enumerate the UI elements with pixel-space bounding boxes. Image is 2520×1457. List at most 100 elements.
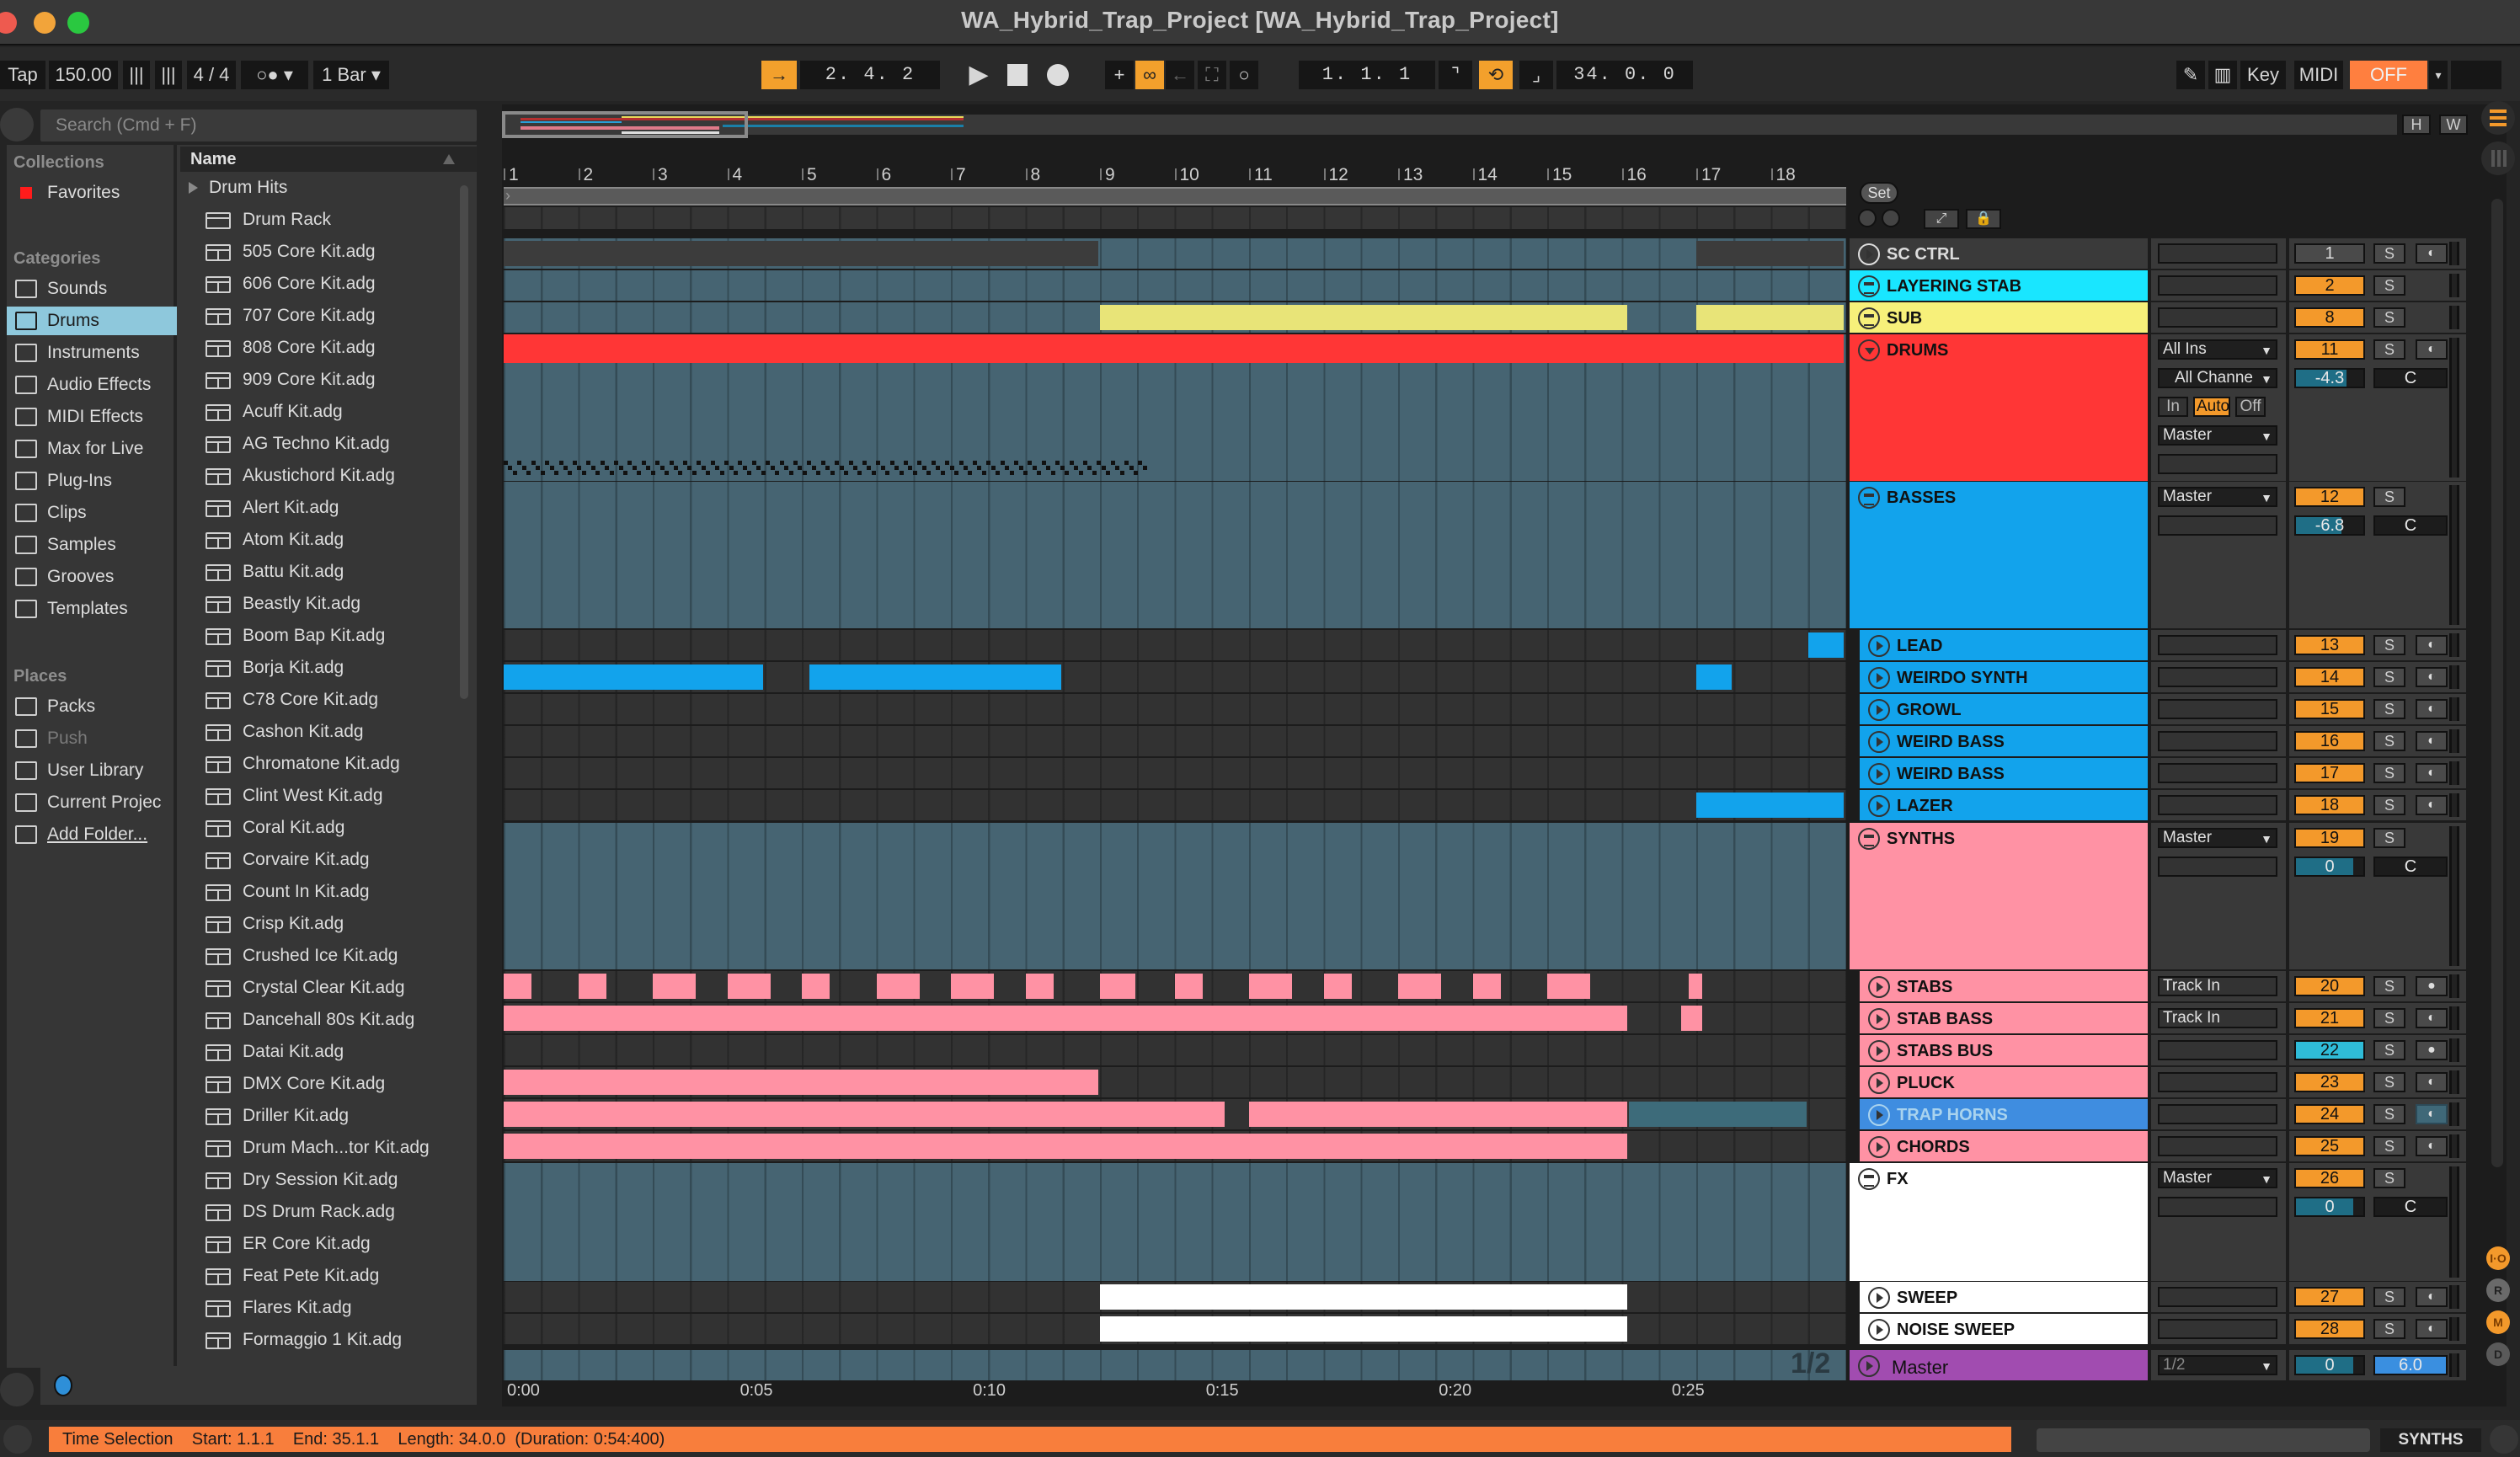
solo-button[interactable]: S: [2373, 275, 2405, 296]
sidebar-item-audio-effects[interactable]: Audio Effects: [7, 371, 177, 399]
clip[interactable]: [809, 664, 1061, 690]
track-header[interactable]: BASSES: [1850, 482, 2148, 628]
track-header[interactable]: SYNTHS: [1850, 823, 2148, 969]
track-activator-button[interactable]: 2: [2294, 275, 2365, 296]
clip[interactable]: [1696, 305, 1844, 330]
master-pan-field[interactable]: 6.0: [2373, 1355, 2448, 1375]
track-lane[interactable]: [504, 1067, 1846, 1097]
list-item[interactable]: 909 Core Kit.adg: [180, 364, 458, 396]
solo-button[interactable]: S: [2373, 731, 2405, 751]
clip[interactable]: [504, 1006, 1628, 1031]
group-fold-icon[interactable]: [1858, 339, 1880, 361]
list-item[interactable]: Acuff Kit.adg: [180, 396, 458, 428]
arrangement-scrollbar[interactable]: [2491, 199, 2503, 1167]
punch-out-button[interactable]: ⌟: [1519, 61, 1553, 89]
track-activator-icon[interactable]: [1858, 243, 1880, 265]
output-dropdown[interactable]: Master: [2158, 425, 2277, 446]
monitor-off-button[interactable]: Off: [2235, 397, 2266, 417]
list-item[interactable]: Beastly Kit.adg: [180, 588, 458, 620]
clip[interactable]: [1323, 974, 1352, 999]
track-lane[interactable]: [504, 694, 1846, 724]
list-item[interactable]: Clint West Kit.adg: [180, 780, 458, 812]
output-dropdown[interactable]: Master: [2158, 1168, 2277, 1188]
master-track-header[interactable]: Master: [1850, 1350, 2148, 1380]
solo-button[interactable]: S: [2373, 763, 2405, 783]
track-header[interactable]: FX: [1850, 1163, 2148, 1281]
group-fold-icon[interactable]: [1858, 487, 1880, 509]
track-activator-button[interactable]: 26: [2294, 1168, 2365, 1188]
list-item[interactable]: Alert Kit.adg: [180, 492, 458, 524]
detail-view-arrow[interactable]: [2490, 1425, 2518, 1454]
pan-field[interactable]: C: [2373, 515, 2448, 536]
sidebar-item-add-folder[interactable]: Add Folder...: [7, 820, 177, 849]
list-item[interactable]: Chromatone Kit.adg: [180, 748, 458, 780]
clip[interactable]: [504, 1134, 1628, 1159]
list-item[interactable]: DMX Core Kit.adg: [180, 1068, 458, 1100]
io-field[interactable]: [2158, 667, 2277, 687]
master-lane[interactable]: [504, 1350, 1846, 1380]
track-header[interactable]: LAYERING STAB: [1850, 270, 2148, 301]
arm-button[interactable]: ◐: [2416, 1136, 2448, 1156]
list-item[interactable]: Flares Kit.adg: [180, 1292, 458, 1324]
sidebar-item-instruments[interactable]: Instruments: [7, 339, 177, 367]
group-fold-icon[interactable]: [1858, 828, 1880, 850]
clip[interactable]: [504, 664, 763, 690]
clip[interactable]: [1807, 632, 1844, 658]
browser-search-input[interactable]: Search (Cmd + F): [40, 109, 477, 141]
list-item[interactable]: 808 Core Kit.adg: [180, 332, 458, 364]
capture-midi-button[interactable]: ⛶: [1198, 61, 1226, 89]
list-item[interactable]: ER Core Kit.adg: [180, 1228, 458, 1260]
clip[interactable]: [1249, 1102, 1628, 1127]
clip[interactable]: [504, 1102, 1225, 1127]
track-activator-button[interactable]: 8: [2294, 307, 2365, 328]
track-lane[interactable]: [504, 1282, 1846, 1312]
sidebar-item-drums[interactable]: Drums: [7, 307, 177, 335]
track-header[interactable]: PLUCK: [1860, 1067, 2148, 1097]
track-activator-icon[interactable]: [1858, 1355, 1880, 1377]
clip[interactable]: [504, 334, 1844, 363]
track-activator-icon[interactable]: [1868, 763, 1890, 785]
track-activator-button[interactable]: 20: [2294, 976, 2365, 996]
track-activator-button[interactable]: 25: [2294, 1136, 2365, 1156]
list-item[interactable]: Feat Pete Kit.adg: [180, 1260, 458, 1292]
folder-expand-icon[interactable]: [189, 182, 198, 194]
pan-field[interactable]: C: [2373, 1197, 2448, 1217]
mixer-view-toggle[interactable]: [2481, 141, 2515, 175]
track-lane[interactable]: [504, 1131, 1846, 1161]
clip[interactable]: [1696, 664, 1732, 690]
computer-keyboard-button[interactable]: ▥: [2208, 61, 2237, 89]
track-activator-icon[interactable]: [1868, 1319, 1890, 1341]
mixer-toggle-r[interactable]: R: [2486, 1278, 2510, 1302]
clip[interactable]: [802, 974, 830, 999]
solo-button[interactable]: S: [2373, 1040, 2405, 1060]
track-activator-button[interactable]: 22: [2294, 1040, 2365, 1060]
input-channel-dropdown[interactable]: All Channe: [2158, 368, 2277, 388]
track-lane[interactable]: [504, 270, 1846, 301]
master-output-dropdown[interactable]: 1/2: [2158, 1355, 2277, 1375]
track-lane[interactable]: [504, 971, 1846, 1001]
track-header[interactable]: DRUMS: [1850, 334, 2148, 481]
track-lane[interactable]: [504, 1163, 1846, 1281]
set-locator-button[interactable]: Set: [1860, 182, 1898, 204]
volume-field[interactable]: -6.8: [2294, 515, 2365, 536]
arm-button[interactable]: ◐: [2416, 243, 2448, 264]
volume-field[interactable]: 0: [2294, 857, 2365, 877]
track-lane[interactable]: [504, 823, 1846, 969]
arm-button[interactable]: ◐: [2416, 635, 2448, 655]
io-field[interactable]: [2158, 275, 2277, 296]
solo-button[interactable]: S: [2373, 795, 2405, 815]
track-header[interactable]: TRAP HORNS: [1860, 1099, 2148, 1129]
clip-view-toggle[interactable]: [2481, 101, 2515, 135]
arrangement-overview[interactable]: [504, 115, 2397, 135]
stop-button[interactable]: [1004, 61, 1031, 89]
arm-button[interactable]: ◐: [2416, 1287, 2448, 1307]
loop-brace[interactable]: ›: [504, 187, 1846, 205]
track-lane[interactable]: [504, 1035, 1846, 1065]
track-header[interactable]: LAZER: [1860, 790, 2148, 820]
clip[interactable]: [1249, 974, 1293, 999]
track-activator-icon[interactable]: [1868, 667, 1890, 689]
sidebar-item-user-library[interactable]: User Library: [7, 756, 177, 785]
track-lane[interactable]: [504, 302, 1846, 333]
track-activator-button[interactable]: 19: [2294, 828, 2365, 848]
follow-button[interactable]: →: [761, 61, 797, 89]
